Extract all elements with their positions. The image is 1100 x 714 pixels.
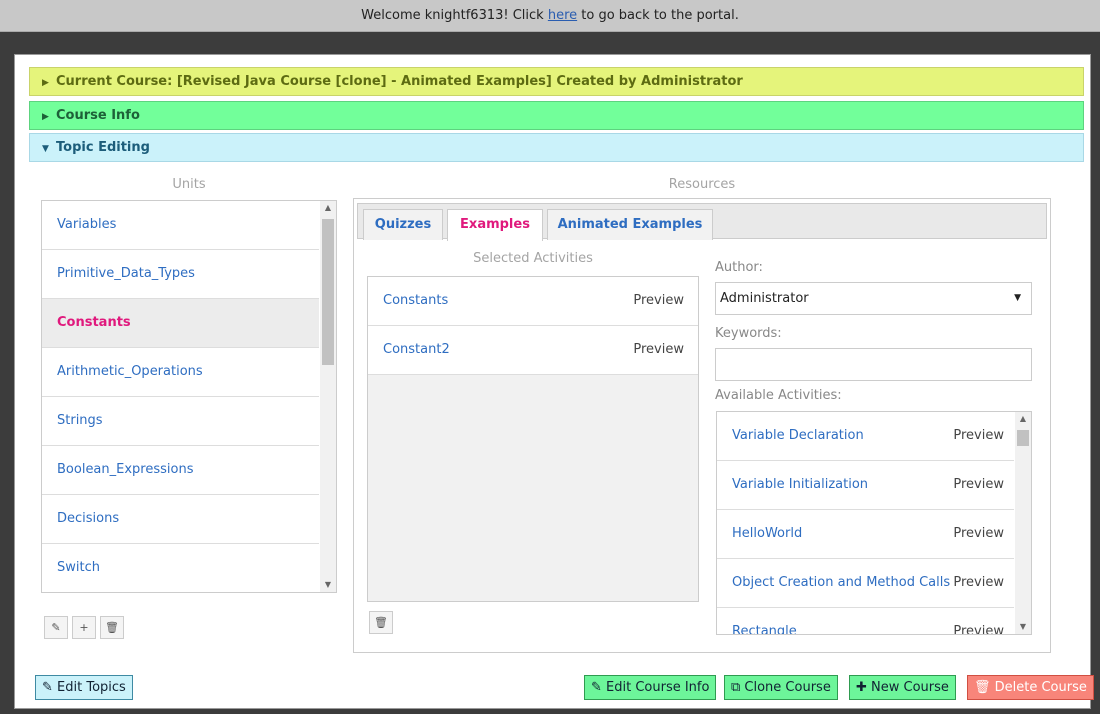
available-activity-row[interactable]: Rectangle Preview	[717, 608, 1014, 634]
preview-link[interactable]: Preview	[953, 412, 1004, 460]
welcome-text-suffix: to go back to the portal.	[577, 8, 739, 23]
expand-arrow-icon: ▶	[42, 112, 49, 122]
preview-link[interactable]: Preview	[953, 461, 1004, 509]
clone-course-button[interactable]: ⧉ Clone Course	[724, 675, 838, 700]
portal-link[interactable]: here	[548, 8, 577, 23]
available-activity-row[interactable]: Object Creation and Method Calls Preview	[717, 559, 1014, 608]
activity-name[interactable]: HelloWorld	[732, 510, 802, 558]
expand-arrow-icon: ▶	[42, 78, 49, 88]
available-activity-row[interactable]: Variable Declaration Preview	[717, 412, 1014, 461]
available-activity-row[interactable]: Variable Initialization Preview	[717, 461, 1014, 510]
unit-item-constants[interactable]: Constants	[42, 299, 319, 348]
accordion-course-info[interactable]: ▶ Course Info	[29, 101, 1084, 130]
preview-link[interactable]: Preview	[953, 510, 1004, 558]
units-scroll-thumb[interactable]	[322, 219, 334, 365]
delete-course-button[interactable]: 🗑 Delete Course	[967, 675, 1094, 700]
author-label: Author:	[715, 260, 763, 275]
welcome-bar: Welcome knightf6313! Click here to go ba…	[0, 0, 1100, 32]
course-info-title: Course Info	[56, 108, 140, 123]
selected-activity-row[interactable]: Constants Preview	[368, 277, 698, 326]
edit-course-info-button[interactable]: ✎ Edit Course Info	[584, 675, 717, 700]
edit-topics-button[interactable]: ✎ Edit Topics	[35, 675, 133, 700]
scroll-down-arrow-icon[interactable]: ▼	[320, 578, 336, 592]
welcome-text-prefix: Welcome knightf6313! Click	[361, 8, 548, 23]
unit-item-arithmetic-operations[interactable]: Arithmetic_Operations	[42, 348, 319, 397]
keywords-label: Keywords:	[715, 326, 782, 341]
accordion-current-course[interactable]: ▶ Current Course: [Revised Java Course [c…	[29, 67, 1084, 96]
add-unit-button[interactable]: +	[72, 616, 96, 639]
activity-name[interactable]: Object Creation and Method Calls	[732, 559, 950, 607]
selected-activities-list: Constants Preview Constant2 Preview	[367, 276, 699, 602]
preview-link[interactable]: Preview	[953, 559, 1004, 607]
unit-item-switch[interactable]: Switch	[42, 544, 319, 592]
scroll-up-arrow-icon[interactable]: ▲	[320, 201, 336, 215]
new-course-button[interactable]: ✚ New Course	[849, 675, 956, 700]
author-selected-value: Administrator	[720, 291, 809, 306]
unit-item-decisions[interactable]: Decisions	[42, 495, 319, 544]
resource-tabs: Quizzes Examples Animated Examples	[357, 203, 1047, 241]
chevron-down-icon: ▼	[1014, 293, 1021, 303]
activity-name[interactable]: Variable Initialization	[732, 461, 868, 509]
trash-icon: 🗑	[374, 616, 388, 629]
available-activities-label: Available Activities:	[715, 388, 842, 403]
activity-name[interactable]: Rectangle	[732, 608, 797, 634]
topic-editing-title: Topic Editing	[56, 140, 150, 155]
unit-item-primitive-data-types[interactable]: Primitive_Data_Types	[42, 250, 319, 299]
preview-link[interactable]: Preview	[633, 277, 684, 325]
trash-icon: 🗑	[105, 621, 119, 634]
tab-animated-examples[interactable]: Animated Examples	[547, 209, 713, 240]
unit-item-variables[interactable]: Variables	[42, 201, 319, 250]
available-scrollbar[interactable]: ▲ ▼	[1015, 412, 1031, 634]
scroll-down-arrow-icon[interactable]: ▼	[1015, 620, 1031, 634]
units-list: Variables Primitive_Data_Types Constants…	[41, 200, 337, 593]
keywords-input[interactable]	[715, 348, 1032, 381]
selected-activity-row[interactable]: Constant2 Preview	[368, 326, 698, 375]
accordion-topic-editing[interactable]: ▼ Topic Editing	[29, 133, 1084, 162]
current-course-title: Current Course: [Revised Java Course [cl…	[56, 74, 743, 89]
selected-activities-heading: Selected Activities	[473, 251, 593, 266]
available-scroll-thumb[interactable]	[1017, 430, 1029, 446]
delete-selected-button[interactable]: 🗑	[369, 611, 393, 634]
unit-item-strings[interactable]: Strings	[42, 397, 319, 446]
course-editor-panel: ▶ Current Course: [Revised Java Course [c…	[14, 54, 1094, 709]
preview-link[interactable]: Preview	[633, 326, 684, 374]
edit-unit-button[interactable]: ✎	[44, 616, 68, 639]
scroll-up-arrow-icon[interactable]: ▲	[1015, 412, 1031, 426]
available-activity-row[interactable]: HelloWorld Preview	[717, 510, 1014, 559]
unit-item-boolean-expressions[interactable]: Boolean_Expressions	[42, 446, 319, 495]
plus-icon: +	[79, 621, 89, 634]
tab-quizzes[interactable]: Quizzes	[363, 209, 443, 240]
units-heading: Units	[172, 177, 206, 192]
activity-name[interactable]: Constant2	[383, 326, 450, 374]
activity-name[interactable]: Constants	[383, 277, 448, 325]
tab-examples[interactable]: Examples	[447, 209, 543, 241]
delete-unit-button[interactable]: 🗑	[100, 616, 124, 639]
resources-heading: Resources	[668, 177, 736, 192]
units-scrollbar[interactable]: ▲ ▼	[320, 201, 336, 592]
available-activities-list: Variable Declaration Preview Variable In…	[716, 411, 1032, 635]
author-select[interactable]: Administrator ▼	[715, 282, 1032, 315]
pencil-icon: ✎	[51, 621, 61, 634]
activity-name[interactable]: Variable Declaration	[732, 412, 864, 460]
preview-link[interactable]: Preview	[953, 608, 1004, 634]
collapse-arrow-icon: ▼	[42, 144, 49, 154]
